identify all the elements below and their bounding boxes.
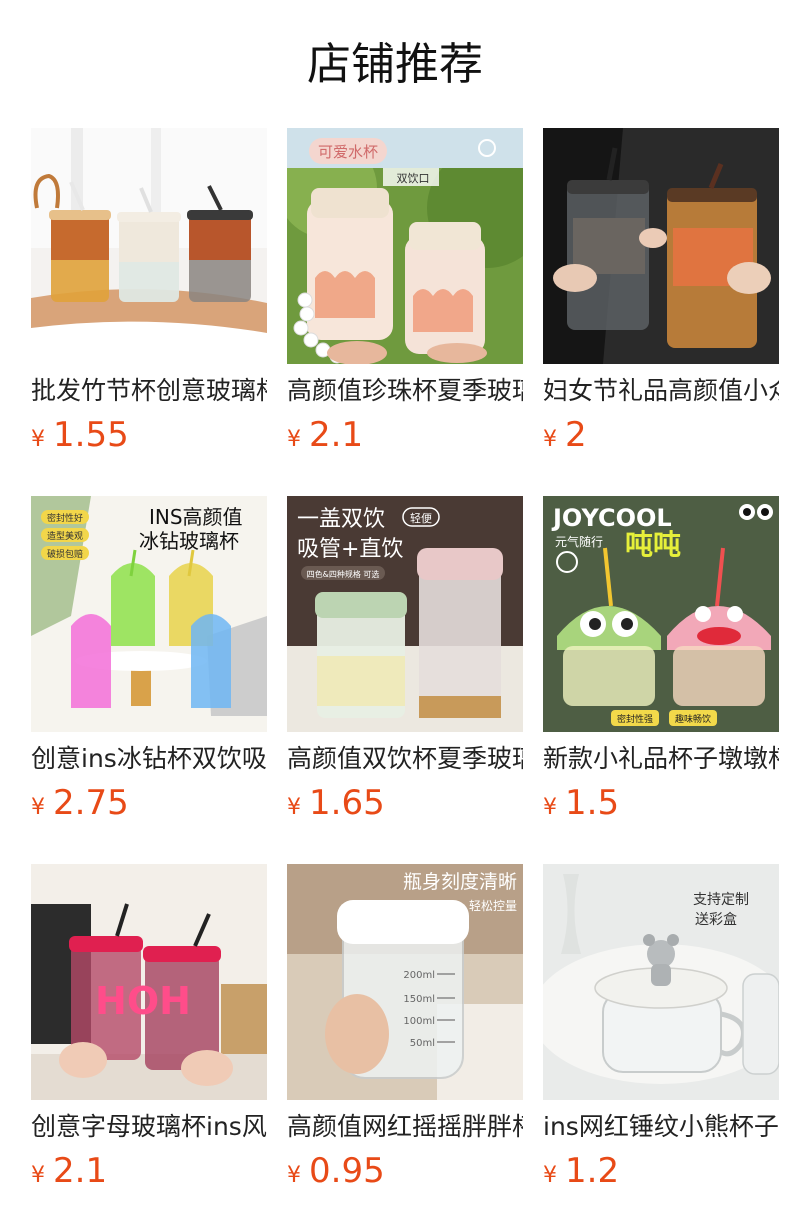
price-amount: 0.95 bbox=[309, 1151, 385, 1191]
image-tag: 趣味畅饮 bbox=[675, 713, 711, 725]
product-price: ¥2.1 bbox=[287, 413, 523, 457]
currency-symbol: ¥ bbox=[543, 427, 557, 452]
image-tag: 造型美观 bbox=[47, 530, 83, 542]
measure-mark: 200ml bbox=[403, 970, 435, 981]
price-amount: 2.1 bbox=[53, 1151, 108, 1191]
product-image[interactable]: JOYCOOL 元气随行 吨吨 密封性强 趣味畅饮 bbox=[543, 496, 779, 732]
product-image[interactable]: INS高颜值 冰钻玻璃杯 密封性好 造型美观 破损包赔 bbox=[31, 496, 267, 732]
price-amount: 1.65 bbox=[309, 783, 385, 823]
currency-symbol: ¥ bbox=[287, 795, 301, 820]
price-amount: 2 bbox=[565, 415, 587, 455]
measure-mark: 50ml bbox=[410, 1038, 435, 1049]
product-card[interactable]: INS高颜值 冰钻玻璃杯 密封性好 造型美观 破损包赔 创意ins冰钻杯双饮吸管… bbox=[31, 496, 267, 826]
image-letters: HOH bbox=[95, 979, 191, 1023]
product-name[interactable]: 创意字母玻璃杯ins风杯子 bbox=[31, 1110, 267, 1144]
product-name[interactable]: 高颜值网红摇摇胖胖杯 bbox=[287, 1110, 523, 1144]
measure-mark: 100ml bbox=[403, 1016, 435, 1027]
product-image[interactable] bbox=[31, 128, 267, 364]
product-price: ¥1.65 bbox=[287, 781, 523, 825]
product-price: ¥2.75 bbox=[31, 781, 267, 825]
product-image[interactable]: 可爱水杯 双饮口 bbox=[287, 128, 523, 364]
currency-symbol: ¥ bbox=[543, 1163, 557, 1188]
currency-symbol: ¥ bbox=[287, 427, 301, 452]
image-sub: 四色&四种规格 可选 bbox=[307, 569, 380, 579]
product-image[interactable]: HOH bbox=[31, 864, 267, 1100]
price-amount: 1.55 bbox=[53, 415, 129, 455]
product-card[interactable]: 妇女节礼品高颜值小众杯 ¥2 bbox=[543, 128, 779, 458]
product-image[interactable] bbox=[543, 128, 779, 364]
section-title: 店铺推荐 bbox=[307, 39, 483, 90]
image-headline-1: 一盖双饮 bbox=[297, 507, 385, 532]
price-amount: 1.2 bbox=[565, 1151, 620, 1191]
price-amount: 1.5 bbox=[565, 783, 620, 823]
image-headline-2: 冰钻玻璃杯 bbox=[139, 529, 239, 553]
image-headline-2: 吸管+直饮 bbox=[297, 537, 403, 562]
currency-symbol: ¥ bbox=[31, 427, 45, 452]
product-price: ¥1.55 bbox=[31, 413, 267, 457]
image-headline-2: 轻松控量 bbox=[469, 899, 517, 913]
image-tag: 密封性强 bbox=[617, 713, 653, 725]
product-name[interactable]: ins网红锤纹小熊杯子带盖 bbox=[543, 1110, 779, 1144]
image-tag-text: 双饮口 bbox=[397, 172, 430, 185]
product-card[interactable]: 支持定制 送彩盒 ins网红锤纹小熊杯子带盖 ¥1.2 bbox=[543, 864, 779, 1194]
product-name[interactable]: 高颜值双饮杯夏季玻璃杯 bbox=[287, 742, 523, 776]
product-name[interactable]: 新款小礼品杯子墩墩杯 bbox=[543, 742, 779, 776]
image-badge-text: 可爱水杯 bbox=[318, 143, 378, 161]
product-price: ¥0.95 bbox=[287, 1149, 523, 1193]
product-card[interactable]: 可爱水杯 双饮口 高颜值珍珠杯夏季玻璃杯 ¥2. bbox=[287, 128, 523, 458]
product-price: ¥1.2 bbox=[543, 1149, 779, 1193]
product-card[interactable]: 一盖双饮 轻便 吸管+直饮 四色&四种规格 可选 高颜值双饮杯夏季玻璃杯 ¥1.… bbox=[287, 496, 523, 826]
product-card[interactable]: HOH 创意字母玻璃杯ins风杯子 ¥2.1 bbox=[31, 864, 267, 1194]
product-card[interactable]: 批发竹节杯创意玻璃杯 ¥1.55 bbox=[31, 128, 267, 458]
image-headline-2: 送彩盒 bbox=[695, 911, 737, 928]
product-price: ¥2 bbox=[543, 413, 779, 457]
currency-symbol: ¥ bbox=[287, 1163, 301, 1188]
product-price: ¥1.5 bbox=[543, 781, 779, 825]
currency-symbol: ¥ bbox=[31, 1163, 45, 1188]
image-sub: 元气随行 bbox=[555, 534, 603, 549]
product-name[interactable]: 批发竹节杯创意玻璃杯 bbox=[31, 374, 267, 408]
image-headline-1: 支持定制 bbox=[693, 892, 749, 908]
product-card[interactable]: JOYCOOL 元气随行 吨吨 密封性强 趣味畅饮 新款小礼品杯子墩墩杯 ¥ 1… bbox=[543, 496, 779, 826]
product-name[interactable]: 妇女节礼品高颜值小众杯 bbox=[543, 374, 779, 408]
price-amount: 2.1 bbox=[309, 415, 364, 455]
image-headline-1: INS高颜值 bbox=[149, 505, 243, 529]
image-headline: 吨吨 bbox=[625, 528, 681, 561]
product-price: ¥2.1 bbox=[31, 1149, 267, 1193]
product-name[interactable]: 创意ins冰钻杯双饮吸管杯 bbox=[31, 742, 267, 776]
image-tag: 轻便 bbox=[410, 511, 432, 525]
product-image[interactable]: 支持定制 送彩盒 bbox=[543, 864, 779, 1100]
product-card[interactable]: 瓶身刻度清晰 轻松控量 200ml 150ml 100ml 50ml 高颜值网红… bbox=[287, 864, 523, 1194]
currency-symbol: ¥ bbox=[31, 795, 45, 820]
image-tag: 破损包赔 bbox=[47, 548, 83, 560]
currency-symbol: ¥ bbox=[543, 795, 557, 820]
product-image[interactable]: 一盖双饮 轻便 吸管+直饮 四色&四种规格 可选 bbox=[287, 496, 523, 732]
product-name[interactable]: 高颜值珍珠杯夏季玻璃杯 bbox=[287, 374, 523, 408]
product-image[interactable]: 瓶身刻度清晰 轻松控量 200ml 150ml 100ml 50ml bbox=[287, 864, 523, 1100]
measure-mark: 150ml bbox=[403, 994, 435, 1005]
image-tag: 密封性好 bbox=[47, 512, 83, 524]
image-headline-1: 瓶身刻度清晰 bbox=[403, 871, 517, 893]
price-amount: 2.75 bbox=[53, 783, 129, 823]
